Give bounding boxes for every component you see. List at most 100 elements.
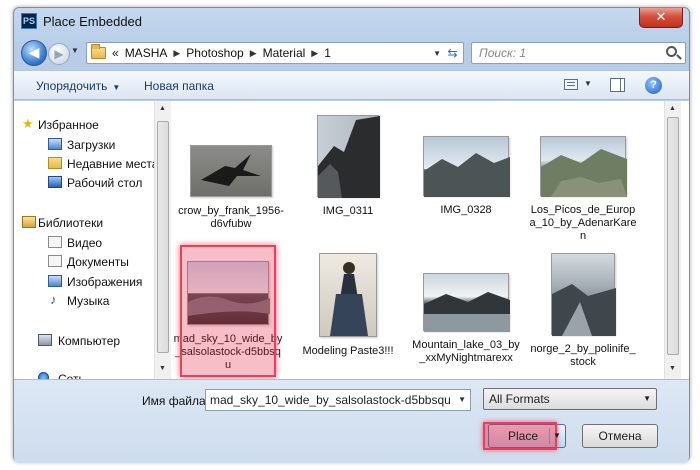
file-format-select[interactable]: All Formats ▼ — [483, 388, 657, 410]
mountain-image — [424, 153, 510, 197]
nav-libraries[interactable]: Библиотеки — [38, 216, 103, 230]
libraries-icon — [22, 216, 36, 228]
file-thumbnail — [551, 253, 616, 336]
nav-music[interactable]: Музыка — [67, 294, 109, 308]
organize-menu[interactable]: Упорядочить ▼ — [36, 79, 120, 93]
title-bar: PS Place Embedded ✕ — [14, 8, 689, 38]
file-name: Mountain_lake_03_by_xxMyNightmarexx — [412, 339, 520, 364]
address-dropdown-icon[interactable]: ▼ — [433, 49, 441, 58]
file-tile[interactable]: Los_Picos_de_Europa_10_by_AdenarKaren — [528, 136, 638, 243]
crow-image — [201, 154, 261, 186]
desktop-icon — [48, 176, 62, 188]
file-tile[interactable]: IMG_0311 — [293, 115, 403, 218]
new-folder-button[interactable]: Новая папка — [144, 79, 214, 93]
scroll-up-icon[interactable]: ▲ — [669, 105, 676, 112]
file-thumbnail — [190, 145, 272, 197]
file-name-label: Имя файла: — [142, 394, 209, 408]
breadcrumb-masha[interactable]: MASHA — [125, 46, 168, 60]
breadcrumb-material[interactable]: Material — [263, 46, 306, 60]
dialog-footer: Имя файла: mad_sky_10_wide_by_salsolasto… — [14, 379, 689, 463]
scroll-up-icon[interactable]: ▲ — [159, 105, 166, 112]
file-tile[interactable]: Mountain_lake_03_by_xxMyNightmarexx — [411, 273, 521, 365]
fjord-image — [552, 284, 616, 336]
file-thumbnail — [317, 115, 380, 198]
scrollbar-thumb[interactable] — [667, 117, 679, 355]
file-thumbnail — [423, 273, 510, 332]
navigation-pane: ★ Избранное Загрузки Недавние места Рабо… — [14, 101, 158, 386]
place-button[interactable]: Place ▼ — [483, 422, 566, 450]
nav-images[interactable]: Изображения — [67, 275, 142, 289]
scrollbar-thumb[interactable] — [157, 121, 169, 353]
photoshop-app-icon: PS — [21, 13, 37, 29]
file-thumbnail — [423, 136, 510, 197]
command-toolbar: Упорядочить ▼ Новая папка ▼ ? — [14, 70, 689, 100]
file-format-value: All Formats — [489, 392, 550, 406]
nav-desktop[interactable]: Рабочий стол — [67, 176, 142, 190]
file-name: crow_by_frank_1956-d6vfubw — [178, 205, 284, 230]
place-embedded-dialog: PS Place Embedded ✕ ◀ ▶ ▼ « MASHA ▶ Phot… — [13, 7, 690, 463]
back-arrow-icon[interactable]: ◀ — [21, 40, 47, 66]
view-dropdown-icon[interactable]: ▼ — [584, 79, 592, 88]
file-name: Los_Picos_de_Europa_10_by_AdenarKaren — [529, 204, 637, 242]
chevron-down-icon: ▼ — [643, 394, 651, 403]
address-bar[interactable]: « MASHA ▶ Photoshop ▶ Material ▶ 1 ▼ ⇆ — [86, 42, 464, 64]
main-area: ★ Избранное Загрузки Недавние места Рабо… — [14, 101, 689, 386]
forward-arrow-icon[interactable]: ▶ — [48, 43, 70, 65]
valley-image — [541, 149, 627, 197]
breadcrumb-separator-icon[interactable]: ▶ — [250, 48, 257, 59]
file-tile[interactable]: Modeling Paste3!!! — [293, 253, 403, 358]
breadcrumb-separator-icon[interactable]: ▶ — [311, 48, 318, 59]
breadcrumb-photoshop[interactable]: Photoshop — [186, 46, 243, 60]
chevron-down-icon: ▼ — [112, 83, 121, 92]
chevron-down-icon[interactable]: ▼ — [458, 390, 466, 410]
nav-recent-places[interactable]: Недавние места — [67, 157, 158, 171]
breadcrumb-separator-icon[interactable]: ▶ — [173, 48, 180, 59]
documents-icon — [48, 255, 62, 267]
breadcrumb-overflow[interactable]: « — [112, 46, 119, 60]
view-mode-icon[interactable] — [564, 79, 578, 90]
file-thumbnail — [540, 136, 627, 197]
breadcrumb-1[interactable]: 1 — [324, 46, 331, 60]
chevron-down-icon[interactable]: ▼ — [553, 425, 561, 447]
images-icon — [48, 275, 62, 287]
organize-label: Упорядочить — [36, 79, 108, 93]
nav-documents[interactable]: Документы — [67, 255, 129, 269]
nav-video[interactable]: Видео — [67, 236, 102, 250]
video-icon — [48, 236, 62, 248]
close-button[interactable]: ✕ — [639, 8, 683, 28]
downloads-icon — [48, 138, 62, 150]
cliff-image — [318, 116, 380, 198]
files-scrollbar[interactable]: ▲ ▼ — [664, 101, 681, 379]
recent-pages-dropdown-icon[interactable]: ▼ — [71, 46, 79, 55]
star-icon: ★ — [22, 116, 34, 131]
refresh-icon[interactable]: ⇆ — [444, 45, 461, 61]
file-tile[interactable]: norge_2_by_polinife_stock — [528, 253, 638, 369]
navigation-scrollbar[interactable]: ▲ ▼ — [154, 101, 171, 379]
search-input[interactable]: Поиск: 1 — [471, 42, 686, 64]
figure-image — [330, 262, 368, 336]
file-tile[interactable]: crow_by_frank_1956-d6vfubw — [176, 145, 286, 231]
file-tile[interactable]: IMG_0328 — [411, 136, 521, 217]
file-thumbnail — [319, 253, 377, 337]
folder-icon — [91, 44, 106, 59]
music-icon: ♪ — [50, 292, 57, 307]
recent-places-icon — [48, 157, 62, 169]
help-icon[interactable]: ? — [645, 77, 662, 94]
lake-image — [424, 292, 510, 332]
file-name: IMG_0311 — [322, 205, 374, 217]
nav-favorites[interactable]: Избранное — [38, 118, 99, 132]
file-name-input[interactable]: mad_sky_10_wide_by_salsolastock-d5bbsqu … — [205, 389, 471, 411]
navigation-row: ◀ ▶ ▼ « MASHA ▶ Photoshop ▶ Material ▶ 1… — [14, 38, 689, 68]
file-name: Modeling Paste3!!! — [302, 345, 394, 357]
selection-highlight — [180, 245, 276, 377]
nav-computer[interactable]: Компьютер — [58, 334, 120, 348]
scroll-down-icon[interactable]: ▼ — [669, 365, 676, 372]
preview-pane-icon[interactable] — [610, 78, 625, 92]
file-grid: crow_by_frank_1956-d6vfubw IMG_0311 IMG_… — [171, 101, 664, 379]
nav-downloads[interactable]: Загрузки — [67, 138, 115, 152]
scroll-down-icon[interactable]: ▼ — [159, 365, 166, 372]
file-name-value: mad_sky_10_wide_by_salsolastock-d5bbsqu — [210, 393, 451, 407]
cancel-button[interactable]: Отмена — [582, 424, 658, 448]
computer-icon — [38, 334, 52, 346]
search-icon[interactable] — [666, 46, 677, 57]
